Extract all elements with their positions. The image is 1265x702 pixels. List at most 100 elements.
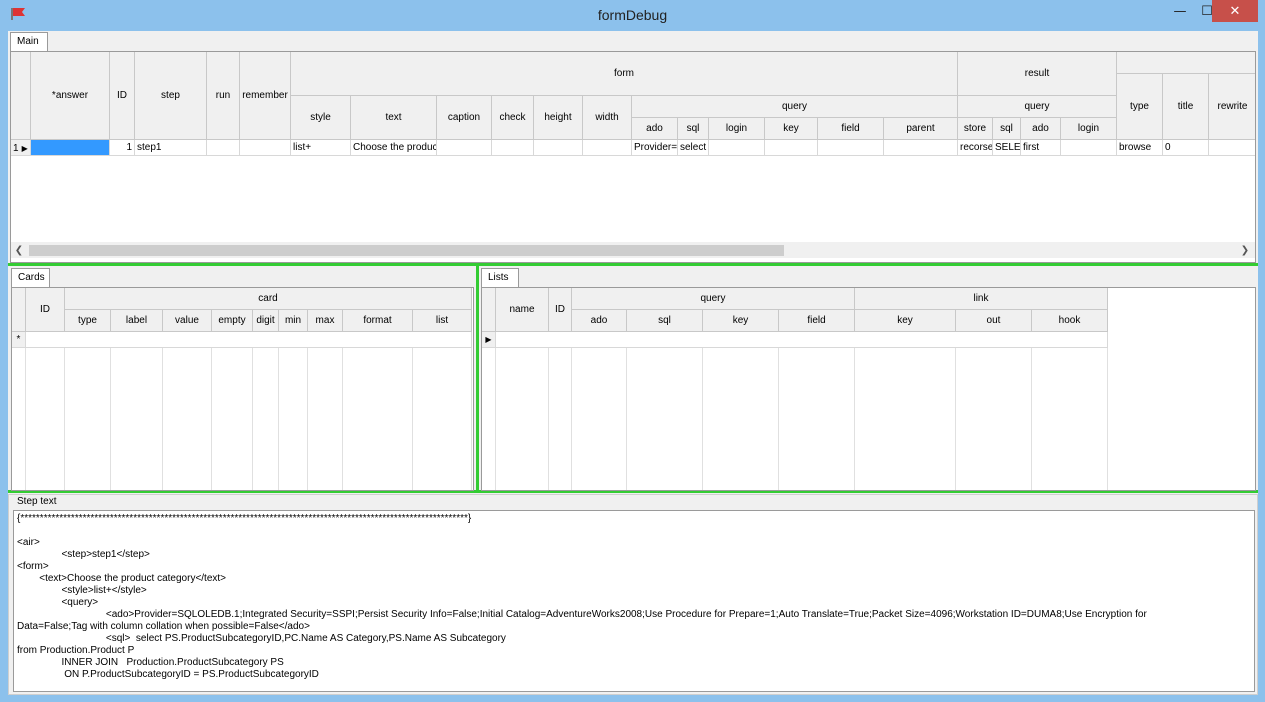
cards-col-format[interactable]: format xyxy=(343,310,413,332)
col-check[interactable]: check xyxy=(492,96,534,140)
lists-gridline xyxy=(955,348,956,490)
cell-text[interactable]: Choose the product category xyxy=(351,140,437,156)
lists-group-link: link xyxy=(855,288,1108,310)
col-ado[interactable]: ado xyxy=(632,118,678,140)
lists-current-row-arrow-icon[interactable]: ▶ xyxy=(482,332,496,348)
cards-col-min[interactable]: min xyxy=(279,310,308,332)
cell-ado[interactable]: Provider=SQLOLEDB.1 xyxy=(632,140,678,156)
cards-col-type[interactable]: type xyxy=(65,310,111,332)
main-grid[interactable]: *answer ID step run remember form result… xyxy=(10,51,1256,263)
cards-gridline xyxy=(342,348,343,490)
col-width[interactable]: width xyxy=(583,96,632,140)
row-header[interactable]: 1 ▶ xyxy=(11,140,31,156)
col-caption[interactable]: caption xyxy=(437,96,492,140)
cell-remember[interactable] xyxy=(240,140,291,156)
cell-width[interactable] xyxy=(583,140,632,156)
cards-new-row[interactable] xyxy=(26,332,472,348)
cell-result-login[interactable] xyxy=(1061,140,1117,156)
lists-col-link-key[interactable]: key xyxy=(855,310,956,332)
col-sql[interactable]: sql xyxy=(678,118,709,140)
lists-col-out[interactable]: out xyxy=(956,310,1032,332)
cell-caption[interactable] xyxy=(437,140,492,156)
cell-parent[interactable] xyxy=(884,140,958,156)
step-text-line xyxy=(17,525,1147,537)
cards-col-digit[interactable]: digit xyxy=(253,310,279,332)
scroll-right-icon[interactable]: ❯ xyxy=(1237,242,1253,258)
lists-gridline xyxy=(1031,348,1032,490)
step-text-group: Step text {*****************************… xyxy=(8,494,1258,695)
lists-col-hook[interactable]: hook xyxy=(1032,310,1108,332)
cell-height[interactable] xyxy=(534,140,583,156)
lists-gridline xyxy=(626,348,627,490)
col-remember[interactable]: remember xyxy=(240,52,291,140)
cell-key[interactable] xyxy=(765,140,818,156)
lists-col-sql[interactable]: sql xyxy=(627,310,703,332)
horizontal-splitter-top[interactable] xyxy=(8,263,1258,266)
tab-lists[interactable]: Lists xyxy=(481,268,519,287)
lists-col-ado[interactable]: ado xyxy=(572,310,627,332)
cell-type[interactable]: browse xyxy=(1117,140,1163,156)
cards-gridline xyxy=(110,348,111,490)
cell-result-sql[interactable]: SELECT xyxy=(993,140,1021,156)
col-key[interactable]: key xyxy=(765,118,818,140)
cards-col-id[interactable]: ID xyxy=(26,288,65,332)
col-login[interactable]: login xyxy=(709,118,765,140)
col-height[interactable]: height xyxy=(534,96,583,140)
col-result-sql[interactable]: sql xyxy=(993,118,1021,140)
tab-main[interactable]: Main xyxy=(10,32,48,51)
cell-rewrite[interactable] xyxy=(1209,140,1255,156)
cards-col-max[interactable]: max xyxy=(308,310,343,332)
col-result-login[interactable]: login xyxy=(1061,118,1117,140)
col-step[interactable]: step xyxy=(135,52,207,140)
cell-login[interactable] xyxy=(709,140,765,156)
col-style[interactable]: style xyxy=(291,96,351,140)
scroll-left-icon[interactable]: ❮ xyxy=(11,242,27,258)
cell-step[interactable]: step1 xyxy=(135,140,207,156)
col-parent[interactable]: parent xyxy=(884,118,958,140)
current-row-arrow-icon: ▶ xyxy=(21,143,28,153)
title-bar[interactable]: formDebug — ☐ ✕ xyxy=(0,0,1265,32)
cards-new-row-marker[interactable]: * xyxy=(12,332,26,348)
col-title[interactable]: title xyxy=(1163,74,1209,140)
col-type[interactable]: type xyxy=(1117,74,1163,140)
col-result-ado[interactable]: ado xyxy=(1021,118,1061,140)
col-id[interactable]: ID xyxy=(110,52,135,140)
col-run[interactable]: run xyxy=(207,52,240,140)
col-text[interactable]: text xyxy=(351,96,437,140)
lists-col-key[interactable]: key xyxy=(703,310,779,332)
lists-col-field[interactable]: field xyxy=(779,310,855,332)
col-store[interactable]: store xyxy=(958,118,993,140)
close-button[interactable]: ✕ xyxy=(1212,0,1258,22)
cards-grid[interactable]: ID card type label value empty digit min… xyxy=(11,287,474,491)
cell-field[interactable] xyxy=(818,140,884,156)
col-answer[interactable]: *answer xyxy=(31,52,110,140)
cell-run[interactable] xyxy=(207,140,240,156)
lists-grid[interactable]: name ID query link ado sql key field key… xyxy=(481,287,1256,491)
cell-result-ado[interactable]: first xyxy=(1021,140,1061,156)
cards-col-value[interactable]: value xyxy=(163,310,212,332)
cell-check[interactable] xyxy=(492,140,534,156)
client-area: Main *answer ID step run remember form r… xyxy=(8,31,1258,695)
cell-store[interactable]: recorset xyxy=(958,140,993,156)
col-rewrite[interactable]: rewrite xyxy=(1209,74,1255,140)
vertical-splitter[interactable] xyxy=(476,266,479,492)
scrollbar-thumb[interactable] xyxy=(29,245,784,256)
cell-style[interactable]: list+ xyxy=(291,140,351,156)
cell-sql[interactable]: select xyxy=(678,140,709,156)
cards-gridline xyxy=(25,348,26,490)
lists-new-row[interactable] xyxy=(496,332,1108,348)
row-header-corner xyxy=(11,52,31,140)
col-field[interactable]: field xyxy=(818,118,884,140)
cards-col-label[interactable]: label xyxy=(111,310,163,332)
cell-title[interactable]: 0 xyxy=(1163,140,1209,156)
cell-answer[interactable] xyxy=(31,140,110,156)
lists-col-name[interactable]: name xyxy=(496,288,549,332)
cards-col-empty[interactable]: empty xyxy=(212,310,253,332)
step-text-area[interactable]: {***************************************… xyxy=(13,510,1255,692)
tab-cards[interactable]: Cards xyxy=(11,268,50,287)
cell-id[interactable]: 1 xyxy=(110,140,135,156)
lists-gridline xyxy=(702,348,703,490)
horizontal-scrollbar[interactable]: ❮ ❯ xyxy=(11,242,1255,258)
lists-col-id[interactable]: ID xyxy=(549,288,572,332)
cards-col-list[interactable]: list xyxy=(413,310,472,332)
